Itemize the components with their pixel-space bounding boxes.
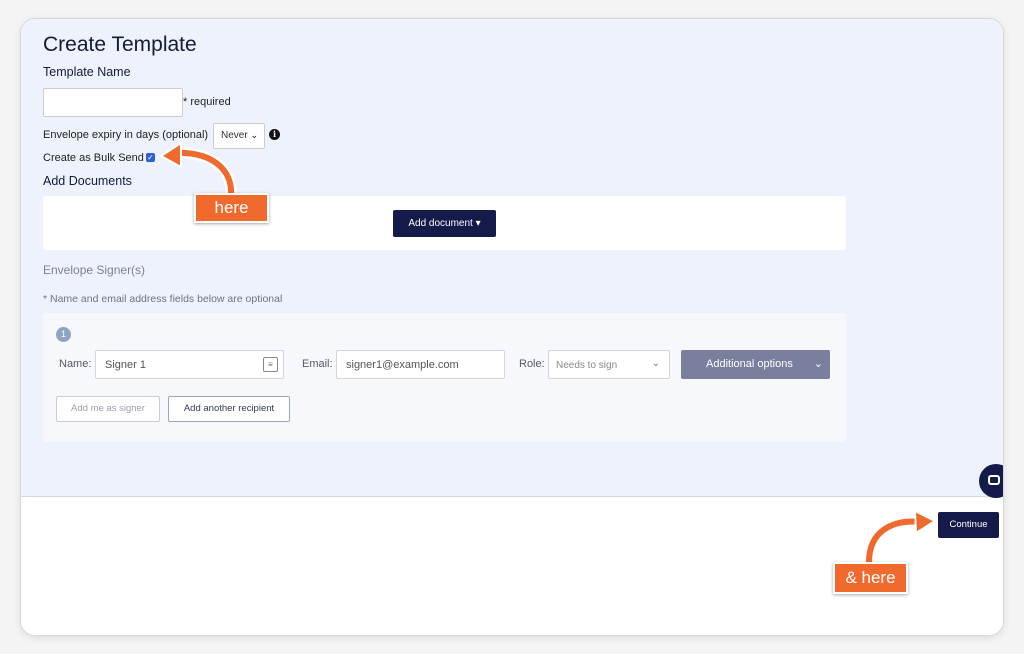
caret-down-icon: ▾	[475, 218, 481, 229]
email-label: Email:	[302, 358, 333, 370]
add-documents-label: Add Documents	[43, 174, 132, 188]
page-title: Create Template	[43, 33, 197, 56]
chat-icon	[988, 475, 1000, 485]
app-window: Create Template Template Name * required…	[21, 19, 1003, 635]
documents-panel: Add document ▾	[43, 196, 846, 250]
signer-name-value: Signer 1	[105, 359, 146, 371]
signer-card: 1 Name: Signer 1 ≡ Email: signer1@exampl…	[43, 313, 846, 442]
template-name-label: Template Name	[43, 65, 131, 79]
add-another-recipient-button[interactable]: Add another recipient	[168, 396, 290, 422]
callout-and-here: & here	[833, 562, 908, 594]
signer-name-field[interactable]: Signer 1 ≡	[95, 350, 284, 379]
signer-email-field[interactable]: signer1@example.com	[336, 350, 505, 379]
bulk-send-checkbox[interactable]: ✓	[146, 153, 155, 162]
chevron-down-icon: ⌄	[813, 358, 823, 370]
expiry-select[interactable]: Never ⌄	[213, 123, 265, 149]
expiry-value: Never	[221, 130, 248, 141]
role-value: Needs to sign	[556, 360, 618, 371]
checkmark-icon: ✓	[147, 153, 154, 162]
bulk-send-label: Create as Bulk Send	[43, 152, 144, 164]
signer-number-badge: 1	[56, 327, 71, 342]
chevron-down-icon: ⌄	[250, 130, 259, 140]
contact-card-icon[interactable]: ≡	[263, 357, 278, 372]
continue-button[interactable]: Continue	[938, 512, 999, 538]
add-document-label: Add document	[408, 218, 473, 229]
signers-note: * Name and email address fields below ar…	[43, 293, 283, 305]
info-icon[interactable]: i	[269, 129, 280, 140]
additional-options-label: Additional options	[706, 358, 793, 370]
add-document-button[interactable]: Add document ▾	[393, 210, 496, 237]
signers-title: Envelope Signer(s)	[43, 263, 146, 277]
add-me-as-signer-button[interactable]: Add me as signer	[56, 396, 160, 422]
role-select[interactable]: Needs to sign ⌄	[548, 350, 670, 379]
additional-options-button[interactable]: Additional options ⌄	[681, 350, 830, 379]
signer-email-value: signer1@example.com	[346, 359, 459, 371]
required-note: * required	[183, 96, 231, 108]
template-name-input[interactable]	[43, 88, 183, 117]
chevron-down-icon: ⌄	[651, 358, 660, 369]
callout-here: here	[194, 193, 269, 223]
create-template-form: Create Template Template Name * required…	[21, 19, 1003, 497]
expiry-label: Envelope expiry in days (optional)	[43, 129, 209, 141]
role-label: Role:	[519, 358, 545, 370]
name-label: Name:	[59, 358, 92, 370]
